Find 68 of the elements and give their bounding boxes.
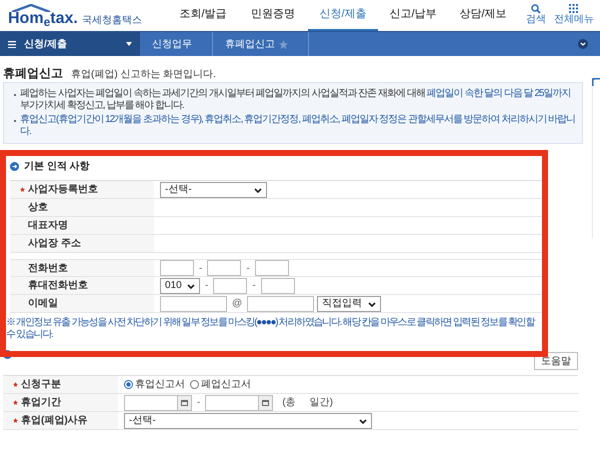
input-field[interactable] xyxy=(160,260,194,276)
section-icon xyxy=(3,350,12,358)
field-label: 신청구분 xyxy=(21,378,61,392)
calendar-icon xyxy=(181,400,188,406)
radio-option[interactable]: 휴업신고서 xyxy=(124,377,185,392)
grid-icon xyxy=(569,4,579,14)
input-field[interactable] xyxy=(160,296,227,312)
help-button[interactable]: 도움말 xyxy=(534,352,578,370)
chevron-icon xyxy=(187,282,195,288)
toolbar-button[interactable]: 검색 xyxy=(526,4,546,27)
page-subtitle: 휴업(폐업) 신고하는 화면입니다. xyxy=(71,68,216,82)
select-field[interactable]: 010 xyxy=(160,278,200,294)
search-icon xyxy=(531,4,541,14)
nav-tab[interactable]: 민원증명 xyxy=(238,0,308,31)
caret-icon xyxy=(126,42,132,46)
input-field[interactable] xyxy=(207,260,242,276)
field-label: 사업자등록번호 xyxy=(28,183,98,197)
menu-dropdown[interactable]: 신청/제출 xyxy=(0,32,140,56)
expand-icon xyxy=(578,39,588,49)
date-field[interactable] xyxy=(205,394,274,410)
field-label: 대표자명 xyxy=(28,219,68,233)
breadcrumb-link[interactable]: 휴폐업신고 xyxy=(213,32,309,56)
section-title: 기본 인적 사항 xyxy=(24,160,90,174)
page-title: 휴폐업신고 xyxy=(3,65,63,82)
separator-text: - xyxy=(197,396,200,410)
notice-text: 폐업하는 사업자는 폐업일이 속하는 과세기간의 개시일부터 폐업일까지의 사업실적과 잔존 재화에 대해 폐업일이 속한 달의 다음 달 25일까지 부가가치세 확정신고, 납부를 해야 합니다. xyxy=(20,88,572,112)
org-name: 국세청홈택스 xyxy=(82,16,142,26)
select-field[interactable]: 직접입력 xyxy=(317,296,382,312)
toolbar-button[interactable]: 전체메뉴 xyxy=(554,4,594,27)
notice-text: 휴업신고(휴업기간이 12개월을 초과하는 경우), 휴업취소, 휴업기간정정, 폐업취소, 폐업일자 정정은 관할세무서를 방문하여 처리하시기 바랍니다. xyxy=(20,114,576,138)
field-label: 사업장 주소 xyxy=(28,237,81,251)
chevron-icon xyxy=(254,186,262,192)
field-label: 전화번호 xyxy=(28,262,68,276)
required-icon xyxy=(13,418,18,423)
radio-option[interactable]: 폐업신고서 xyxy=(190,377,251,392)
field-label: 휴업(폐업)사유 xyxy=(21,414,88,428)
chevron-icon xyxy=(359,418,367,424)
nav-tab[interactable]: 조회/발급 xyxy=(168,0,238,31)
masking-notice: ※ 개인정보 유출 가능성을 사전 차단하기 위해 일부 정보를 마스킹(●●●●) 처리하였습니다. 해당 칸을 마우스로 클릭하면 입력된 정보를 확인할 수 있습니다. xyxy=(6,316,536,342)
input-field[interactable] xyxy=(254,260,289,276)
input-field[interactable] xyxy=(247,296,314,312)
field-label: 휴대전화번호 xyxy=(28,279,88,293)
separator-text: - xyxy=(246,262,250,276)
required-icon xyxy=(13,382,18,387)
brand-logo[interactable]: Hom$_{e}$tax. xyxy=(8,10,78,26)
separator-text: @ xyxy=(232,297,242,311)
select-field[interactable]: -선택- xyxy=(160,182,267,198)
required-icon xyxy=(13,400,18,405)
calendar-icon xyxy=(262,400,270,406)
nav-tab[interactable]: 상담/제보 xyxy=(448,0,518,31)
field-label: 이메일 xyxy=(28,297,58,311)
select-field[interactable]: -선택- xyxy=(124,412,372,428)
input-field[interactable] xyxy=(260,278,295,294)
field-label: 상호 xyxy=(28,201,48,215)
date-field[interactable] xyxy=(124,394,192,410)
period-total: (총 일간) xyxy=(282,396,333,410)
field-label: 휴업기간 xyxy=(21,396,61,410)
breadcrumb-link[interactable]: 신청업무 xyxy=(140,32,213,56)
input-field[interactable] xyxy=(213,278,248,294)
separator-text: - xyxy=(205,279,208,293)
menu-icon xyxy=(8,40,16,48)
separator-text: - xyxy=(252,279,256,293)
section-icon xyxy=(10,162,19,170)
separator-text: - xyxy=(199,262,202,276)
required-icon xyxy=(20,187,25,192)
star-icon xyxy=(279,40,288,48)
chevron-icon xyxy=(368,300,376,306)
nav-tab[interactable]: 신고/납부 xyxy=(378,0,448,31)
